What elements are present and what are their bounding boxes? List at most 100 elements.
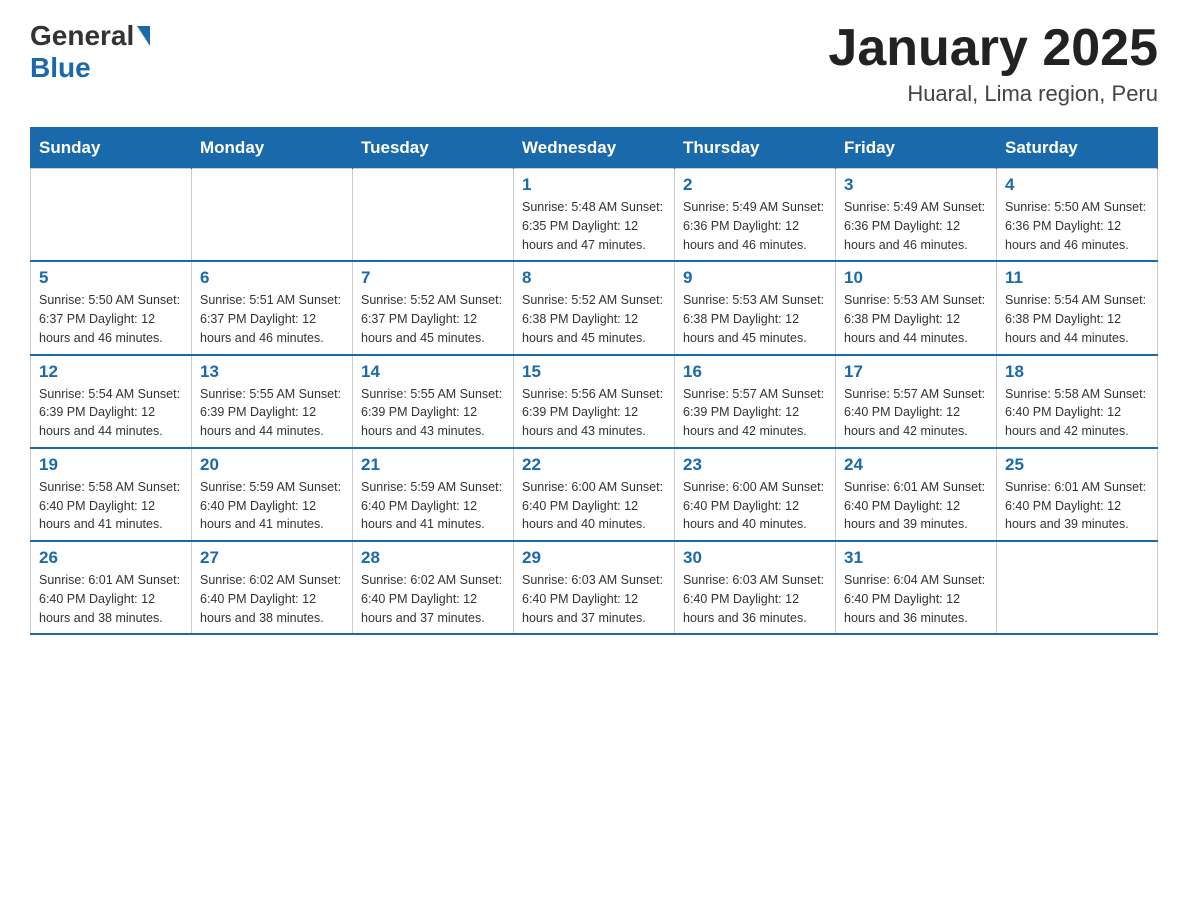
day-info: Sunrise: 5:49 AM Sunset: 6:36 PM Dayligh… (844, 198, 988, 254)
day-info: Sunrise: 5:59 AM Sunset: 6:40 PM Dayligh… (200, 478, 344, 534)
calendar-week-row: 19 Sunrise: 5:58 AM Sunset: 6:40 PM Dayli… (31, 448, 1158, 541)
calendar-week-row: 26 Sunrise: 6:01 AM Sunset: 6:40 PM Dayli… (31, 541, 1158, 634)
calendar-day-cell: 30 Sunrise: 6:03 AM Sunset: 6:40 PM Dayli… (675, 541, 836, 634)
day-number: 30 (683, 548, 827, 568)
day-number: 23 (683, 455, 827, 475)
day-of-week-header: Saturday (997, 128, 1158, 169)
calendar-day-cell: 15Sunrise: 5:56 AM Sunset: 6:39 PM Dayli… (514, 355, 675, 448)
calendar-day-cell (31, 169, 192, 262)
day-info: Sunrise: 6:01 AM Sunset: 6:40 PM Dayligh… (844, 478, 988, 534)
logo-blue-text: Blue (30, 52, 91, 83)
calendar-day-cell: 27 Sunrise: 6:02 AM Sunset: 6:40 PM Dayli… (192, 541, 353, 634)
calendar-day-cell: 11Sunrise: 5:54 AM Sunset: 6:38 PM Dayli… (997, 261, 1158, 354)
day-info: Sunrise: 5:55 AM Sunset: 6:39 PM Dayligh… (361, 385, 505, 441)
day-info: Sunrise: 6:00 AM Sunset: 6:40 PM Dayligh… (683, 478, 827, 534)
day-info: Sunrise: 6:02 AM Sunset: 6:40 PM Dayligh… (361, 571, 505, 627)
calendar-day-cell: 26 Sunrise: 6:01 AM Sunset: 6:40 PM Dayli… (31, 541, 192, 634)
calendar-day-cell: 31 Sunrise: 6:04 AM Sunset: 6:40 PM Dayli… (836, 541, 997, 634)
day-number: 25 (1005, 455, 1149, 475)
day-number: 13 (200, 362, 344, 382)
logo-general-text: General (30, 20, 134, 52)
page-title: January 2025 (828, 20, 1158, 77)
day-info: Sunrise: 5:55 AM Sunset: 6:39 PM Dayligh… (200, 385, 344, 441)
day-info: Sunrise: 5:50 AM Sunset: 6:37 PM Dayligh… (39, 291, 183, 347)
calendar-week-row: 1 Sunrise: 5:48 AM Sunset: 6:35 PM Daylig… (31, 169, 1158, 262)
day-of-week-header: Tuesday (353, 128, 514, 169)
calendar-week-row: 5Sunrise: 5:50 AM Sunset: 6:37 PM Daylig… (31, 261, 1158, 354)
day-number: 29 (522, 548, 666, 568)
day-number: 15 (522, 362, 666, 382)
day-number: 24 (844, 455, 988, 475)
calendar-day-cell: 9 Sunrise: 5:53 AM Sunset: 6:38 PM Daylig… (675, 261, 836, 354)
day-of-week-header: Monday (192, 128, 353, 169)
calendar-day-cell: 6 Sunrise: 5:51 AM Sunset: 6:37 PM Daylig… (192, 261, 353, 354)
day-info: Sunrise: 5:57 AM Sunset: 6:40 PM Dayligh… (844, 385, 988, 441)
day-info: Sunrise: 5:58 AM Sunset: 6:40 PM Dayligh… (1005, 385, 1149, 441)
day-info: Sunrise: 5:52 AM Sunset: 6:37 PM Dayligh… (361, 291, 505, 347)
calendar-day-cell: 5Sunrise: 5:50 AM Sunset: 6:37 PM Daylig… (31, 261, 192, 354)
day-number: 8 (522, 268, 666, 288)
day-number: 19 (39, 455, 183, 475)
day-info: Sunrise: 5:50 AM Sunset: 6:36 PM Dayligh… (1005, 198, 1149, 254)
calendar-day-cell: 24 Sunrise: 6:01 AM Sunset: 6:40 PM Dayli… (836, 448, 997, 541)
day-info: Sunrise: 5:53 AM Sunset: 6:38 PM Dayligh… (844, 291, 988, 347)
day-info: Sunrise: 6:00 AM Sunset: 6:40 PM Dayligh… (522, 478, 666, 534)
calendar-day-cell: 12 Sunrise: 5:54 AM Sunset: 6:39 PM Dayli… (31, 355, 192, 448)
calendar-day-cell (997, 541, 1158, 634)
day-number: 27 (200, 548, 344, 568)
calendar-day-cell: 17 Sunrise: 5:57 AM Sunset: 6:40 PM Dayli… (836, 355, 997, 448)
day-info: Sunrise: 5:58 AM Sunset: 6:40 PM Dayligh… (39, 478, 183, 534)
day-of-week-header: Thursday (675, 128, 836, 169)
day-number: 9 (683, 268, 827, 288)
day-of-week-header: Wednesday (514, 128, 675, 169)
day-number: 1 (522, 175, 666, 195)
calendar-day-cell: 4 Sunrise: 5:50 AM Sunset: 6:36 PM Daylig… (997, 169, 1158, 262)
day-info: Sunrise: 5:53 AM Sunset: 6:38 PM Dayligh… (683, 291, 827, 347)
day-number: 17 (844, 362, 988, 382)
calendar-day-cell: 29 Sunrise: 6:03 AM Sunset: 6:40 PM Dayli… (514, 541, 675, 634)
day-info: Sunrise: 6:02 AM Sunset: 6:40 PM Dayligh… (200, 571, 344, 627)
day-info: Sunrise: 5:48 AM Sunset: 6:35 PM Dayligh… (522, 198, 666, 254)
day-number: 26 (39, 548, 183, 568)
calendar-day-cell: 22Sunrise: 6:00 AM Sunset: 6:40 PM Dayli… (514, 448, 675, 541)
day-info: Sunrise: 5:57 AM Sunset: 6:39 PM Dayligh… (683, 385, 827, 441)
day-number: 21 (361, 455, 505, 475)
day-number: 14 (361, 362, 505, 382)
day-info: Sunrise: 5:51 AM Sunset: 6:37 PM Dayligh… (200, 291, 344, 347)
day-number: 20 (200, 455, 344, 475)
day-info: Sunrise: 6:04 AM Sunset: 6:40 PM Dayligh… (844, 571, 988, 627)
calendar-day-cell: 2Sunrise: 5:49 AM Sunset: 6:36 PM Daylig… (675, 169, 836, 262)
day-info: Sunrise: 5:54 AM Sunset: 6:39 PM Dayligh… (39, 385, 183, 441)
page-subtitle: Huaral, Lima region, Peru (828, 81, 1158, 107)
day-info: Sunrise: 6:03 AM Sunset: 6:40 PM Dayligh… (683, 571, 827, 627)
day-number: 12 (39, 362, 183, 382)
title-section: January 2025 Huaral, Lima region, Peru (828, 20, 1158, 107)
day-info: Sunrise: 5:52 AM Sunset: 6:38 PM Dayligh… (522, 291, 666, 347)
calendar-day-cell: 1 Sunrise: 5:48 AM Sunset: 6:35 PM Daylig… (514, 169, 675, 262)
day-info: Sunrise: 6:01 AM Sunset: 6:40 PM Dayligh… (39, 571, 183, 627)
day-of-week-header: Friday (836, 128, 997, 169)
day-info: Sunrise: 6:03 AM Sunset: 6:40 PM Dayligh… (522, 571, 666, 627)
day-number: 16 (683, 362, 827, 382)
day-number: 2 (683, 175, 827, 195)
day-of-week-header: Sunday (31, 128, 192, 169)
day-number: 18 (1005, 362, 1149, 382)
day-number: 4 (1005, 175, 1149, 195)
calendar-day-cell: 21Sunrise: 5:59 AM Sunset: 6:40 PM Dayli… (353, 448, 514, 541)
calendar-day-cell: 14 Sunrise: 5:55 AM Sunset: 6:39 PM Dayli… (353, 355, 514, 448)
day-number: 31 (844, 548, 988, 568)
calendar-week-row: 12 Sunrise: 5:54 AM Sunset: 6:39 PM Dayli… (31, 355, 1158, 448)
calendar-day-cell: 8 Sunrise: 5:52 AM Sunset: 6:38 PM Daylig… (514, 261, 675, 354)
day-info: Sunrise: 6:01 AM Sunset: 6:40 PM Dayligh… (1005, 478, 1149, 534)
calendar-day-cell: 25 Sunrise: 6:01 AM Sunset: 6:40 PM Dayli… (997, 448, 1158, 541)
calendar-day-cell: 28Sunrise: 6:02 AM Sunset: 6:40 PM Dayli… (353, 541, 514, 634)
day-number: 11 (1005, 268, 1149, 288)
calendar-day-cell: 10Sunrise: 5:53 AM Sunset: 6:38 PM Dayli… (836, 261, 997, 354)
calendar-table: SundayMondayTuesdayWednesdayThursdayFrid… (30, 127, 1158, 635)
day-number: 6 (200, 268, 344, 288)
page-header: General Blue January 2025 Huaral, Lima r… (30, 20, 1158, 107)
calendar-day-cell: 13 Sunrise: 5:55 AM Sunset: 6:39 PM Dayli… (192, 355, 353, 448)
calendar-day-cell: 3Sunrise: 5:49 AM Sunset: 6:36 PM Daylig… (836, 169, 997, 262)
calendar-day-cell (192, 169, 353, 262)
calendar-day-cell: 7Sunrise: 5:52 AM Sunset: 6:37 PM Daylig… (353, 261, 514, 354)
